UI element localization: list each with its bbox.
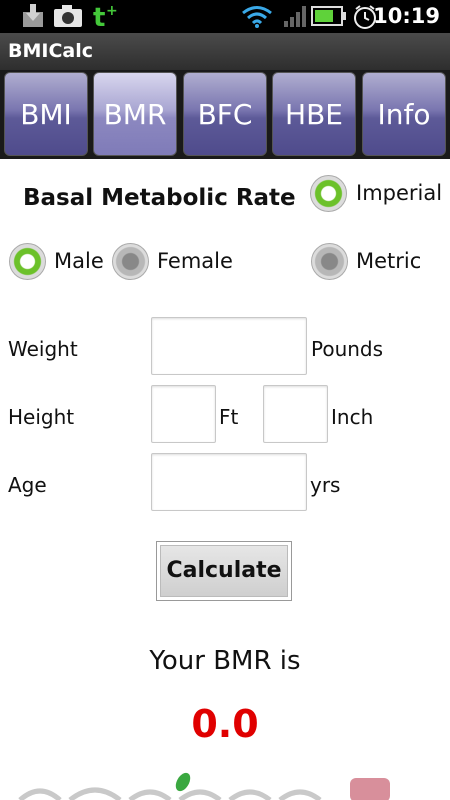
height-inch-unit: Inch: [331, 405, 374, 429]
imperial-label: Imperial: [356, 181, 443, 205]
download-icon: [23, 4, 43, 27]
tab-bmr[interactable]: BMR: [93, 72, 177, 156]
height-label: Height: [8, 405, 75, 429]
tab-bar: BMI BMR BFC HBE Info: [0, 70, 450, 159]
status-time: 10:19: [373, 4, 440, 28]
age-input[interactable]: [151, 453, 307, 511]
male-radio[interactable]: [9, 243, 46, 280]
height-inch-input[interactable]: [263, 385, 328, 443]
app-title: BMICalc: [8, 40, 93, 62]
age-label: Age: [8, 473, 47, 497]
status-bar: t + 10:19: [0, 0, 450, 33]
ad-banner[interactable]: [0, 770, 450, 800]
height-ft-unit: Ft: [219, 405, 239, 429]
signal-icon: [284, 6, 306, 27]
battery-icon: [311, 6, 346, 26]
age-unit: yrs: [310, 473, 341, 497]
male-label: Male: [54, 249, 104, 273]
metric-label: Metric: [356, 249, 422, 273]
result-label: Your BMR is: [149, 646, 301, 676]
svg-text:+: +: [106, 4, 118, 19]
calculate-button[interactable]: Calculate: [156, 541, 292, 601]
metric-radio[interactable]: [311, 243, 348, 280]
tab-bfc[interactable]: BFC: [183, 72, 267, 156]
wifi-icon: [242, 6, 272, 28]
result-value: 0.0: [191, 702, 259, 746]
female-radio[interactable]: [112, 243, 149, 280]
imperial-radio[interactable]: [310, 175, 347, 212]
weight-label: Weight: [8, 337, 78, 361]
weight-unit: Pounds: [311, 337, 384, 361]
female-label: Female: [157, 249, 233, 273]
app-title-bar: BMICalc: [0, 33, 450, 71]
camera-icon: [54, 5, 82, 27]
svg-text:t: t: [93, 4, 105, 30]
height-ft-input[interactable]: [151, 385, 216, 443]
tab-info[interactable]: Info: [362, 72, 446, 156]
page-title: Basal Metabolic Rate: [23, 185, 296, 211]
weight-input[interactable]: [151, 317, 307, 375]
calculate-button-label: Calculate: [160, 545, 288, 597]
tab-bmi[interactable]: BMI: [4, 72, 88, 156]
tab-hbe[interactable]: HBE: [272, 72, 356, 156]
tumblr-icon: t +: [93, 4, 118, 30]
ad-banner-graphic: [18, 772, 390, 800]
